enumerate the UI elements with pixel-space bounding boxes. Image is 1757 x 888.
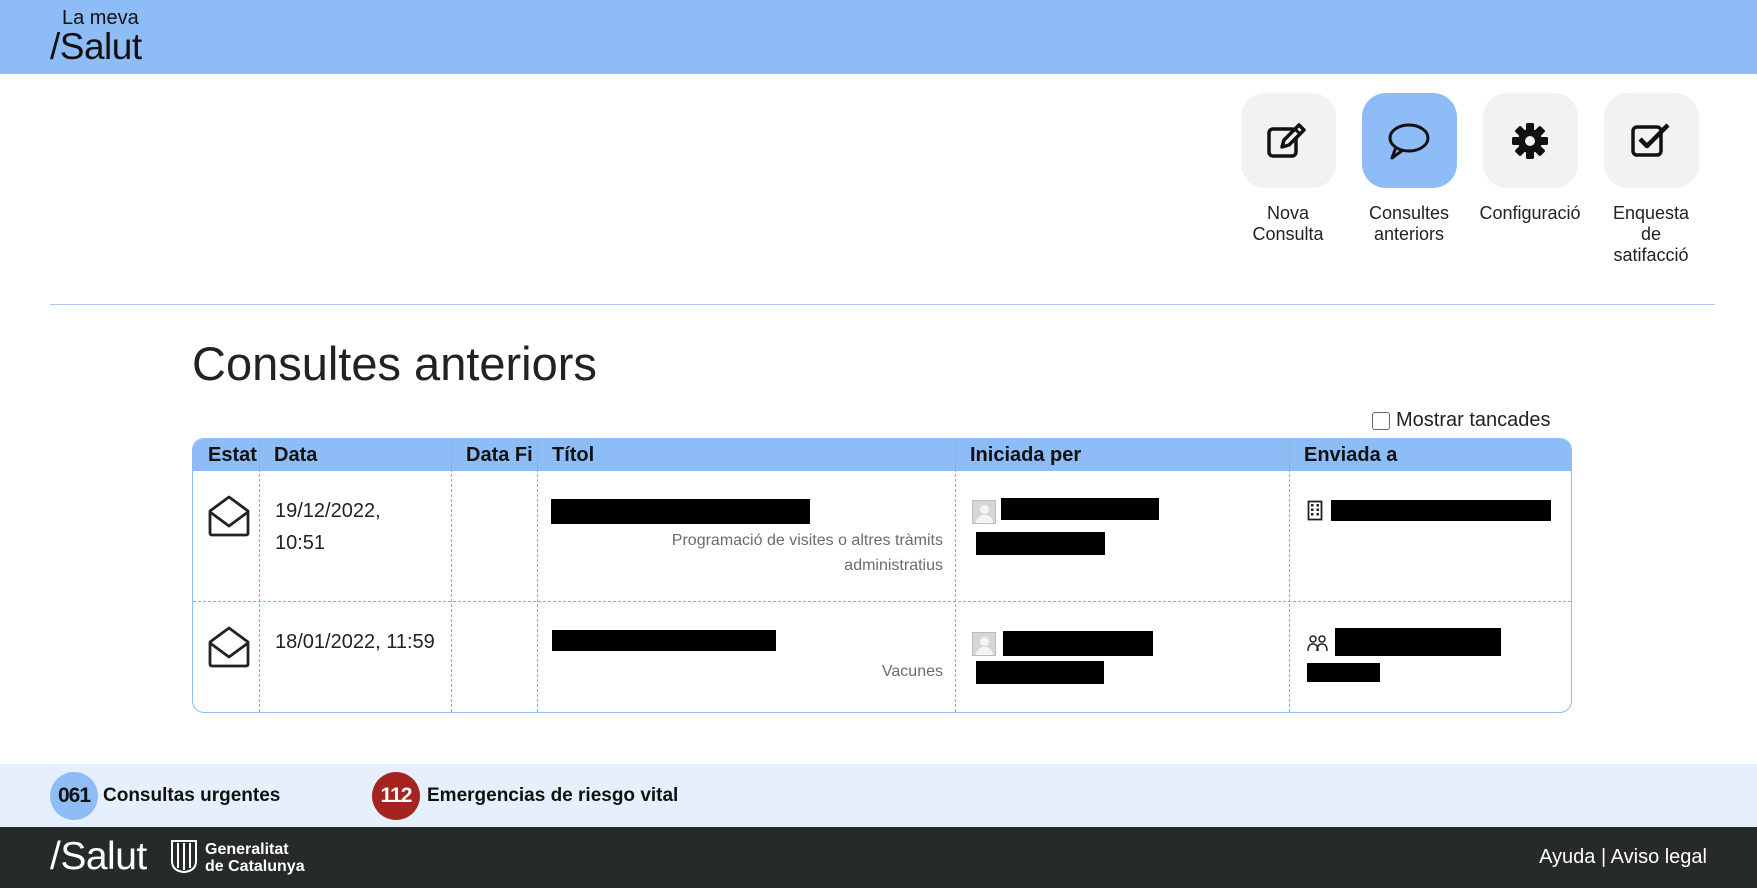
help-link[interactable]: Ayuda: [1539, 846, 1595, 868]
emergencies-text[interactable]: Emergencias de riesgo vital: [427, 785, 678, 807]
label-line: Enquesta: [1612, 203, 1690, 223]
header-date[interactable]: Data: [259, 439, 451, 471]
redacted-initiated-by-name: [1003, 631, 1153, 656]
label-line: Consulta: [1252, 224, 1324, 244]
label-line: Nova: [1266, 203, 1310, 223]
footer-links: Ayuda | Aviso legal: [1539, 846, 1707, 869]
footer: /Salut Generalitat de Catalunya Ayuda | …: [0, 827, 1757, 888]
generalitat-logo-text[interactable]: Generalitat de Catalunya: [205, 841, 305, 875]
building-icon: [1307, 500, 1323, 521]
new-consultation-icon-box: [1240, 93, 1336, 188]
footer-salut-logo[interactable]: /Salut: [50, 835, 147, 879]
label-line: satifacció: [1613, 245, 1689, 265]
footer-separator: |: [1600, 846, 1607, 868]
generalitat-emblem-icon: [171, 840, 197, 873]
consultations-table: Estat Data Data Fi Títol Iniciada per En…: [192, 438, 1572, 713]
legal-notice-link[interactable]: Aviso legal: [1611, 846, 1707, 868]
header-status[interactable]: Estat: [193, 439, 259, 471]
redacted-initiated-by-detail: [976, 532, 1105, 555]
header-sent-to[interactable]: Enviada a: [1289, 439, 1571, 471]
avatar-body: [976, 515, 993, 523]
column-separator: [451, 439, 452, 712]
logo-line1: La meva: [62, 7, 139, 29]
badge-112[interactable]: 112: [372, 772, 420, 820]
urgent-consultations-text[interactable]: Consultas urgentes: [103, 785, 280, 807]
subtitle-line: Programació de visites o altres tràmits: [671, 532, 943, 549]
row-subtitle: Programació de visites o altres tràmits …: [553, 528, 943, 578]
gen-line2: de Catalunya: [205, 858, 305, 875]
column-separator: [259, 439, 260, 712]
gear-icon: [1512, 122, 1548, 159]
logo-line2: /Salut: [50, 26, 142, 67]
row-date: 19/12/2022, 10:51: [275, 495, 381, 559]
subtitle-line: Vacunes: [881, 663, 943, 680]
la-meva-salut-logo[interactable]: La meva /Salut: [50, 8, 142, 66]
settings-label: Configuració: [1470, 203, 1590, 224]
label-line: Configuració: [1479, 203, 1581, 223]
open-envelope-icon: [208, 495, 250, 537]
action-toolbar: Nova Consulta Consultes anteriors Config…: [1228, 93, 1699, 283]
settings-icon-box: [1482, 93, 1578, 188]
date-line: 19/12/2022,: [275, 500, 381, 522]
open-envelope-icon: [208, 626, 250, 668]
redacted-initiated-by-name: [1001, 498, 1159, 520]
redacted-initiated-by-detail: [976, 661, 1104, 684]
redacted-title: [551, 499, 810, 524]
redacted-sent-to: [1335, 628, 1501, 656]
show-closed-checkbox[interactable]: [1372, 411, 1390, 430]
edit-icon: [1267, 122, 1306, 158]
table-header: Estat Data Data Fi Títol Iniciada per En…: [193, 439, 1571, 471]
redacted-sent-to: [1331, 500, 1551, 521]
avatar-head: [980, 637, 989, 646]
avatar-head: [980, 505, 989, 514]
new-consultation-label: Nova Consulta: [1228, 203, 1348, 245]
header-end-date[interactable]: Data Fi: [451, 439, 537, 471]
avatar: [972, 500, 996, 524]
row-date: 18/01/2022, 11:59: [275, 626, 435, 658]
column-separator: [537, 439, 538, 712]
time-line: 10:51: [275, 532, 326, 554]
subtitle-line: administratius: [844, 557, 943, 574]
column-separator: [955, 439, 956, 712]
urgent-contacts-bar: 061 Consultas urgentes 112 Emergencias d…: [0, 764, 1757, 827]
show-closed-label: Mostrar tancades: [1396, 409, 1551, 431]
section-divider: [50, 304, 1715, 305]
redacted-sent-to-detail: [1307, 663, 1380, 682]
chat-bubble-icon: [1388, 123, 1430, 159]
column-separator: [1289, 439, 1290, 712]
label-line: Consultes: [1368, 203, 1450, 223]
group-icon: [1307, 635, 1328, 652]
new-consultation-button[interactable]: Nova Consulta: [1228, 93, 1348, 245]
satisfaction-survey-button[interactable]: Enquesta de satifacció: [1591, 93, 1711, 266]
header-initiated-by[interactable]: Iniciada per: [955, 439, 1289, 471]
redacted-title: [552, 630, 776, 651]
avatar-body: [976, 647, 993, 655]
label-line: de: [1640, 224, 1662, 244]
checkbox-icon: [1631, 122, 1670, 157]
date-line: 18/01/2022, 11:59: [275, 631, 435, 653]
top-header: La meva /Salut: [0, 0, 1757, 74]
page-title: Consultes anteriors: [192, 337, 597, 390]
label-line: anteriors: [1373, 224, 1445, 244]
row-separator: [193, 601, 1571, 602]
row-subtitle: Vacunes: [553, 659, 943, 684]
gen-line1: Generalitat: [205, 841, 289, 858]
show-closed-toggle[interactable]: Mostrar tancades: [1372, 409, 1551, 432]
settings-button[interactable]: Configuració: [1470, 93, 1590, 224]
previous-consultations-icon-box: [1361, 93, 1457, 188]
previous-consultations-button[interactable]: Consultes anteriors: [1349, 93, 1469, 245]
header-title[interactable]: Títol: [537, 439, 955, 471]
avatar: [972, 632, 996, 656]
satisfaction-survey-label: Enquesta de satifacció: [1591, 203, 1711, 266]
previous-consultations-label: Consultes anteriors: [1349, 203, 1469, 245]
satisfaction-survey-icon-box: [1603, 93, 1699, 188]
badge-061[interactable]: 061: [50, 772, 98, 820]
